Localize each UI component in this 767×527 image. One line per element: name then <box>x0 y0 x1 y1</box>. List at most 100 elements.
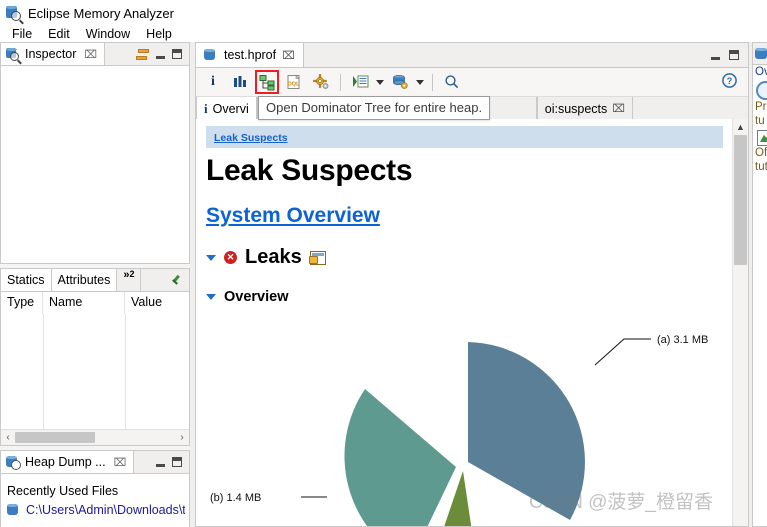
tab-suspects-label: oi:suspects <box>544 101 608 116</box>
maximize-icon[interactable] <box>172 49 182 59</box>
inspector-icon <box>6 47 20 61</box>
editor-tools <box>702 43 748 67</box>
tab-inspector[interactable]: Inspector ⌧ <box>1 43 106 65</box>
tab-suspects[interactable]: oi:suspects ⌧ <box>536 97 633 120</box>
statics-table-body <box>1 314 189 429</box>
right-side-panel: Ov Pr tu Of tut <box>749 42 767 527</box>
close-icon[interactable]: ⌧ <box>84 48 97 61</box>
overview-section-label: Overview <box>224 289 289 305</box>
column-header-value[interactable]: Value <box>125 292 189 314</box>
menu-item-window[interactable]: Window <box>78 25 138 43</box>
report-vscrollbar[interactable]: ▲ <box>732 119 748 526</box>
maximize-icon[interactable] <box>172 457 182 467</box>
heap-dump-icon <box>204 48 218 62</box>
list-item[interactable]: C:\Users\Admin\Downloads\t <box>7 503 185 517</box>
editor-tab-bar: test.hprof ⌧ <box>196 43 748 68</box>
query-browser-icon[interactable] <box>389 71 411 93</box>
search-icon[interactable] <box>441 71 463 93</box>
svg-text:?: ? <box>727 76 733 86</box>
inspector-content <box>1 66 189 263</box>
maximize-icon[interactable] <box>729 50 739 60</box>
overview-section-header: Overview <box>206 289 733 305</box>
menu-bar: File Edit Window Help <box>0 24 767 44</box>
tab-test-hprof-label: test.hprof <box>224 48 277 62</box>
dominator-tree-icon[interactable] <box>255 70 279 94</box>
column-header-type[interactable]: Type <box>1 292 43 314</box>
tab-heap-dump-label: Heap Dump ... <box>25 455 106 469</box>
scroll-up-icon[interactable]: ▲ <box>733 119 748 134</box>
scroll-thumb[interactable] <box>734 135 747 265</box>
memory-analyzer-icon <box>6 5 22 21</box>
svg-text:OQL: OQL <box>288 82 301 88</box>
menu-item-file[interactable]: File <box>4 25 40 43</box>
error-icon: ✕ <box>224 251 237 264</box>
search-icon[interactable] <box>756 81 767 100</box>
report-content: Leak Suspects Leak Suspects System Overv… <box>196 119 748 526</box>
inspector-info-icon[interactable]: i <box>202 71 224 93</box>
close-icon[interactable]: ⌧ <box>282 49 295 62</box>
report-icon[interactable] <box>757 130 767 146</box>
settings-gear-icon[interactable] <box>310 71 332 93</box>
open-in-view-icon[interactable] <box>308 250 326 265</box>
system-overview-link[interactable]: System Overview <box>206 204 733 228</box>
overflow-count: 2 <box>129 269 135 279</box>
statics-column-headers: Type Name Value <box>1 292 189 315</box>
statics-tab-bar: Statics Attributes » 2 <box>1 269 189 292</box>
tab-overflow-chevron[interactable]: » 2 <box>117 269 142 291</box>
scroll-left-icon[interactable]: ‹ <box>1 432 15 443</box>
help-icon[interactable]: ? <box>721 72 742 92</box>
tab-overview[interactable]: i Overvi <box>196 97 257 120</box>
right-panel-line4: Of <box>755 147 767 159</box>
statics-attributes-view: Statics Attributes » 2 Type Name Value ‹… <box>0 268 190 446</box>
page-title: Leak Suspects <box>206 154 413 187</box>
chevron-down-icon[interactable] <box>416 79 424 85</box>
chevron-down-icon[interactable] <box>206 254 216 261</box>
leaks-section-header: ✕ Leaks <box>206 246 733 269</box>
tooltip: Open Dominator Tree for entire heap. <box>258 96 491 120</box>
scroll-right-icon[interactable]: › <box>175 432 189 443</box>
pin-view-button[interactable] <box>164 269 189 291</box>
tab-inspector-label: Inspector <box>25 47 77 61</box>
restore-icon[interactable] <box>136 48 149 60</box>
breadcrumb-link-leak-suspects[interactable]: Leak Suspects <box>214 132 288 144</box>
run-expert-system-icon[interactable] <box>349 71 371 93</box>
minimize-icon[interactable] <box>711 51 720 60</box>
tab-heap-dump-history[interactable]: Heap Dump ... ⌧ <box>1 451 135 473</box>
heap-dump-view-tools <box>149 451 189 473</box>
tab-attributes[interactable]: Attributes <box>51 269 118 291</box>
minimize-icon[interactable] <box>156 50 165 59</box>
toolbar-separator <box>340 73 341 91</box>
inspector-view: Inspector ⌧ <box>0 42 190 264</box>
recently-used-files-title: Recently Used Files <box>7 484 119 498</box>
left-panel-column: Inspector ⌧ Statics Attributes » 2 Type … <box>0 42 190 527</box>
heap-dump-file-icon <box>7 503 21 517</box>
chevron-down-icon[interactable] <box>206 294 216 300</box>
watermark: CSDN @菠萝_橙留香 <box>529 492 713 513</box>
histogram-icon[interactable] <box>229 71 251 93</box>
chevron-down-icon[interactable] <box>376 79 384 85</box>
scroll-thumb[interactable] <box>15 432 95 443</box>
heap-dump-history-view: Heap Dump ... ⌧ Recently Used Files C:\U… <box>0 450 190 527</box>
tab-statics[interactable]: Statics <box>1 269 52 291</box>
right-panel-line1: Ov <box>755 66 767 78</box>
menu-item-edit[interactable]: Edit <box>40 25 78 43</box>
heap-dump-tab-bar: Heap Dump ... ⌧ <box>1 451 189 474</box>
toolbar-separator <box>432 73 433 91</box>
heap-dump-content: Recently Used Files C:\Users\Admin\Downl… <box>1 474 189 527</box>
right-panel-body: Ov Pr tu Of tut <box>752 42 767 527</box>
recent-file-path: C:\Users\Admin\Downloads\t <box>26 503 185 517</box>
right-panel-line5: tut <box>755 161 767 173</box>
heap-dump-history-icon <box>6 455 21 470</box>
minimize-icon[interactable] <box>156 458 165 467</box>
right-panel-tab[interactable] <box>753 43 767 65</box>
svg-text:(b) 1.4 MB: (b) 1.4 MB <box>210 492 261 504</box>
close-icon[interactable]: ⌧ <box>114 456 127 469</box>
statics-hscrollbar[interactable]: ‹ › <box>1 429 189 445</box>
tab-overview-label: Overvi <box>212 101 249 116</box>
menu-item-help[interactable]: Help <box>138 25 180 43</box>
oql-icon[interactable]: OQL <box>283 71 305 93</box>
tab-test-hprof[interactable]: test.hprof ⌧ <box>196 43 304 67</box>
column-header-name[interactable]: Name <box>43 292 125 314</box>
right-panel-line2: Pr <box>755 101 767 113</box>
close-icon[interactable]: ⌧ <box>612 102 625 115</box>
